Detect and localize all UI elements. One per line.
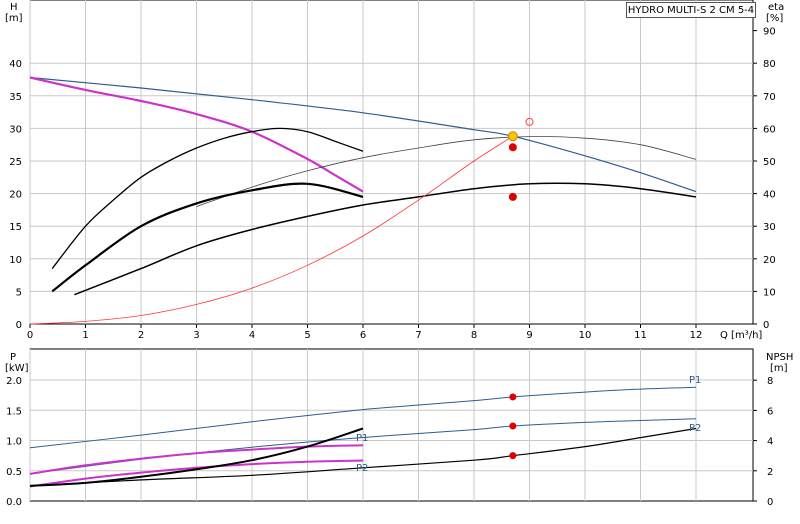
label-p1-main: P1 — [689, 375, 701, 386]
x-tick-label: 12 — [690, 330, 703, 341]
label-p2-main: P2 — [689, 423, 701, 434]
top-frame — [29, 0, 754, 325]
npsh-tick-label: 2 — [767, 467, 773, 478]
npsh-tick-label: 4 — [767, 437, 773, 448]
y-left-tick-label: 35 — [9, 92, 22, 103]
y-right-tick-label: 10 — [763, 287, 776, 298]
y-left-tick-label: 30 — [9, 124, 22, 135]
y-right-tick-label: 70 — [763, 92, 776, 103]
npsh-tick-label: 8 — [767, 376, 773, 387]
y-right-tick-label: 0 — [763, 320, 769, 331]
x-tick-label: 8 — [471, 330, 477, 341]
y-right-tick-label: 80 — [763, 59, 776, 70]
y-left-tick-label: 0 — [16, 320, 22, 331]
y-left-tick-label: 15 — [9, 222, 22, 233]
x-tick-label: 11 — [634, 330, 647, 341]
x-tick-label: 9 — [526, 330, 532, 341]
point-eta-marker-2 — [508, 192, 517, 201]
p-tick-label: 2.0 — [6, 376, 22, 387]
y-right-tick-label: 40 — [763, 190, 776, 201]
point-duty-point — [507, 131, 518, 142]
x-tick-label: 10 — [579, 330, 592, 341]
x-tick-label: 5 — [304, 330, 310, 341]
chart-root: 0 1 2 3 4 5 6 7 8 9 10 11 12 0 5 10 15 20 25 30 35 40 0 10 20 30 4… — [0, 0, 800, 520]
chart-svg: 0 1 2 3 4 5 6 7 8 9 10 11 12051015202530354001020304… — [5, 0, 793, 508]
chart-title: HYDRO MULTI-S 2 CM 5-4 — [626, 2, 756, 18]
y-right-tick-label: 50 — [763, 157, 776, 168]
y-right-tick-label: 60 — [763, 124, 776, 135]
p-tick-label: 0.5 — [6, 467, 22, 478]
bottom-point-0 — [509, 393, 517, 401]
y-right-unit: [%] — [766, 13, 783, 24]
y-right-tick-label: 20 — [763, 255, 776, 266]
y-right-tick-label: 30 — [763, 222, 776, 233]
series-line-system-curve — [29, 135, 514, 325]
x-tick-label: 1 — [82, 330, 88, 341]
y-left-tick-label: 10 — [9, 255, 22, 266]
bottom-point-2 — [509, 452, 517, 460]
p-tick-label: 0.0 — [6, 497, 22, 508]
x-tick-label: 0 — [27, 330, 33, 341]
npsh-axis-label: NPSH — [766, 352, 793, 363]
y-right-label: eta — [768, 2, 784, 13]
y-left-tick-label: 20 — [9, 190, 22, 201]
y-left-tick-label: 40 — [9, 59, 22, 70]
series-line-efficiency-partial — [51, 182, 364, 293]
x-tick-label: 3 — [193, 330, 199, 341]
p-tick-label: 1.5 — [6, 406, 22, 417]
x-tick-label: 7 — [415, 330, 421, 341]
p-axis-label: P — [10, 352, 16, 363]
label-p2-partial: P2 — [356, 463, 368, 474]
x-tick-label: 4 — [249, 330, 255, 341]
series-line-efficiency-reduced — [51, 127, 364, 270]
y-left-label: H — [10, 2, 18, 13]
x-tick-label: 2 — [138, 330, 144, 341]
series-line-hydraulic-efficiency — [74, 182, 697, 296]
x-axis-label: Q [m³/h] — [720, 330, 762, 341]
y-left-tick-label: 5 — [16, 287, 22, 298]
bottom-point-1 — [509, 422, 517, 430]
series-line-efficiency-full-speed — [196, 136, 697, 207]
label-p1-partial: P1 — [356, 433, 368, 444]
bottom-frame — [29, 348, 754, 502]
y-left-unit: [m] — [5, 13, 23, 24]
npsh-axis-unit: [m] — [770, 363, 788, 374]
p-tick-label: 1.0 — [6, 437, 22, 448]
x-tick-label: 6 — [360, 330, 366, 341]
npsh-tick-label: 6 — [767, 406, 773, 417]
p-axis-unit: [kW] — [5, 363, 29, 374]
y-left-tick-label: 25 — [9, 157, 22, 168]
npsh-tick-label: 0 — [767, 497, 773, 508]
y-right-tick-label: 90 — [763, 27, 776, 38]
point-eta-marker-1 — [508, 143, 517, 152]
